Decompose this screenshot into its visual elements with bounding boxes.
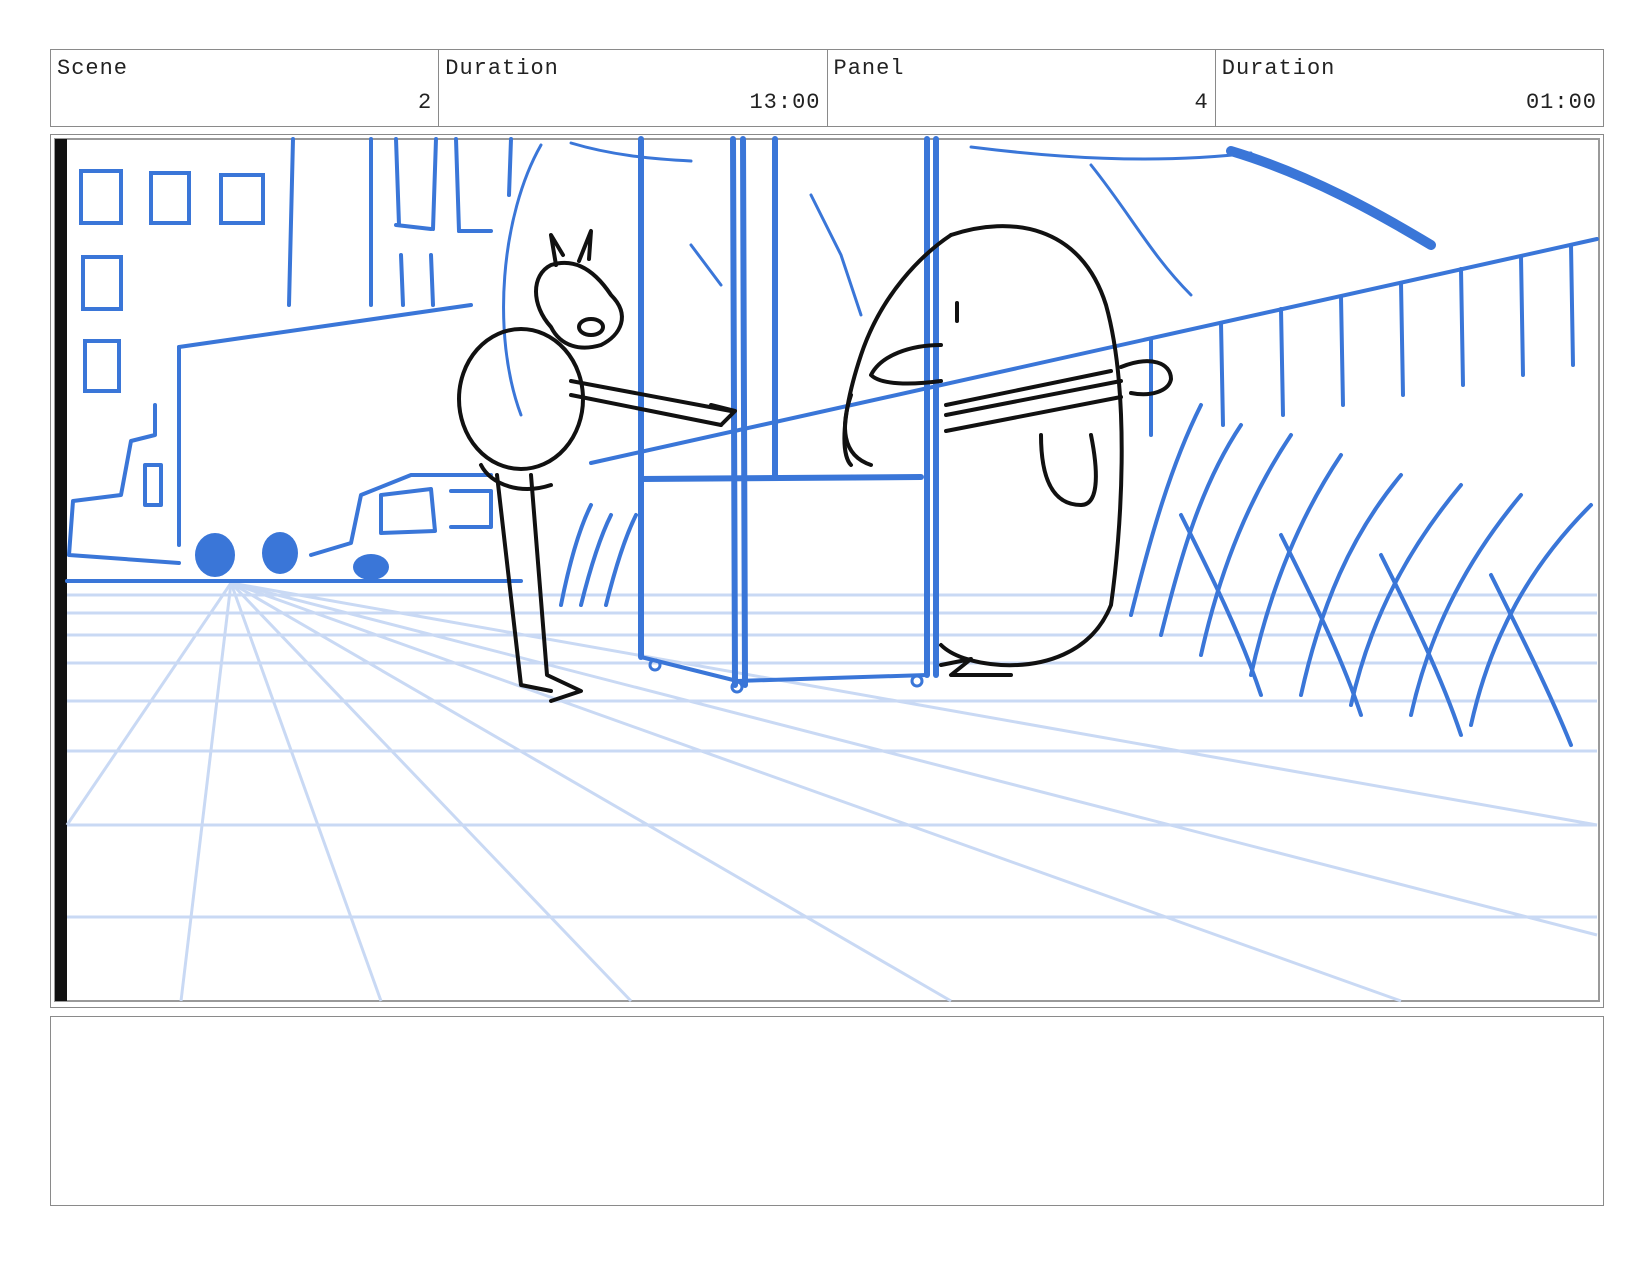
panel-duration-label: Duration xyxy=(1221,56,1336,81)
panel-cell: Panel 4 xyxy=(828,50,1216,126)
panel-number: 4 xyxy=(1194,90,1209,115)
scene-duration-label: Duration xyxy=(445,56,559,81)
panel-label: Panel xyxy=(833,56,905,81)
storyboard-panel xyxy=(50,134,1604,1008)
panel-duration-value: 01:00 xyxy=(1525,90,1597,115)
panel-duration-cell: Duration 01:00 xyxy=(1216,50,1603,126)
scene-duration-value: 13:00 xyxy=(749,90,821,115)
scene-cell: Scene 2 xyxy=(51,50,440,126)
scene-number: 2 xyxy=(418,90,433,115)
scene-duration-cell: Duration 13:00 xyxy=(439,50,828,126)
panel-notes[interactable] xyxy=(50,1016,1604,1206)
storyboard-sketch xyxy=(54,136,1600,1003)
scene-label: Scene xyxy=(57,56,129,81)
storyboard-header: Scene 2 Duration 13:00 Panel 4 Duration … xyxy=(50,49,1604,127)
